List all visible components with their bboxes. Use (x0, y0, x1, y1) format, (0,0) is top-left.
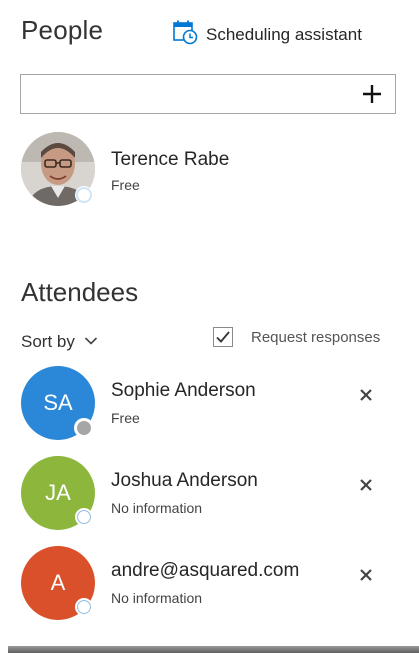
avatar-initials: JA (45, 480, 71, 505)
scheduling-assistant-label: Scheduling assistant (206, 24, 362, 44)
people-search-input[interactable] (27, 76, 361, 114)
scheduling-assistant-button[interactable]: Scheduling assistant (172, 19, 362, 50)
chevron-down-icon (84, 333, 98, 351)
attendee-status: Free (111, 410, 140, 426)
presence-indicator (75, 508, 93, 526)
organizer-status: Free (111, 177, 140, 193)
sort-by-label: Sort by (21, 332, 75, 351)
remove-attendee-icon[interactable] (358, 477, 374, 493)
organizer-name: Terence Rabe (111, 149, 230, 170)
organizer-row[interactable]: Terence Rabe Free (21, 132, 401, 212)
request-responses-label: Request responses (251, 328, 381, 346)
presence-indicator (74, 418, 94, 438)
attendee-name: andre@asquared.com (111, 560, 300, 581)
attendee-status: No information (111, 590, 203, 606)
calendar-clock-icon (172, 19, 198, 50)
remove-attendee-icon[interactable] (358, 387, 374, 403)
bottom-divider (8, 646, 419, 653)
sort-by-dropdown[interactable]: Sort by (21, 332, 98, 352)
avatar-initials: A (50, 570, 66, 595)
attendee-row[interactable]: SA Sophie Anderson Free (21, 366, 401, 446)
attendee-status: No information (111, 500, 203, 516)
attendees-heading: Attendees (21, 277, 139, 307)
avatar-initials: SA (43, 390, 73, 415)
request-responses-toggle[interactable]: Request responses (213, 327, 380, 347)
people-heading: People (21, 15, 104, 45)
attendee-row[interactable]: A andre@asquared.com No information (21, 546, 401, 626)
remove-attendee-icon[interactable] (358, 567, 374, 583)
presence-indicator (76, 187, 92, 203)
presence-indicator (75, 598, 93, 616)
request-responses-checkbox[interactable] (213, 327, 233, 347)
plus-icon[interactable] (359, 80, 385, 108)
attendee-name: Sophie Anderson (111, 380, 256, 401)
attendee-name: Joshua Anderson (111, 470, 258, 491)
add-people-box (20, 74, 396, 114)
attendee-row[interactable]: JA Joshua Anderson No information (21, 456, 401, 536)
